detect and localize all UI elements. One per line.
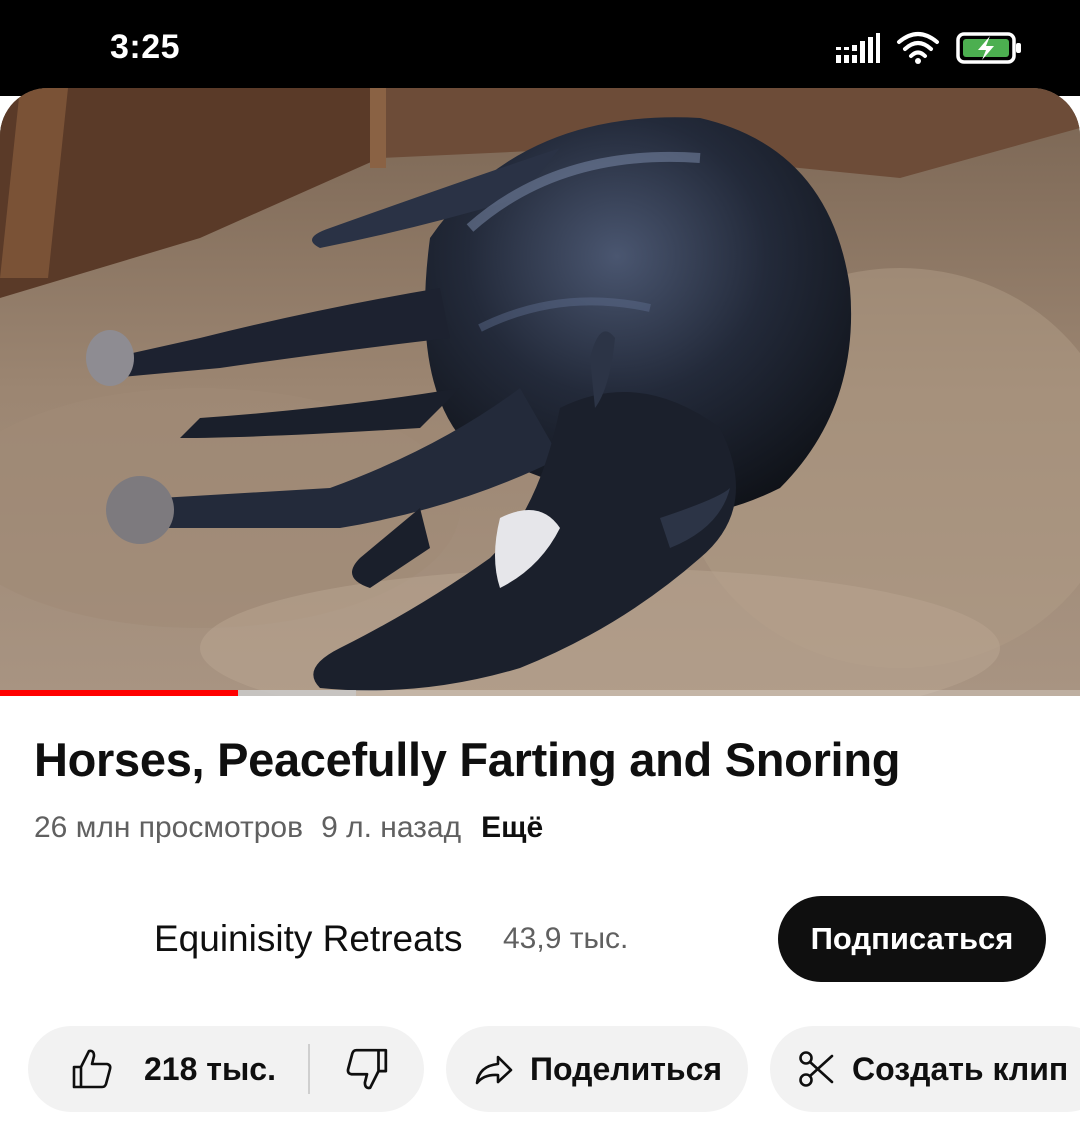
like-button[interactable]: 218 тыс. — [70, 1046, 276, 1092]
dislike-button[interactable] — [344, 1046, 390, 1092]
video-meta[interactable]: 26 млн просмотров 9 л. назад Ещё — [34, 811, 543, 845]
like-divider — [308, 1044, 310, 1094]
like-dislike-pill: 218 тыс. — [28, 1026, 424, 1112]
horse-lying-in-stall-image — [0, 88, 1080, 696]
view-count: 26 млн просмотров — [34, 811, 304, 844]
upload-age: 9 л. назад — [321, 811, 462, 844]
thumbs-up-icon — [72, 1049, 112, 1089]
signal-icon — [836, 33, 880, 63]
share-label: Поделиться — [530, 1050, 723, 1087]
progress-played — [0, 690, 238, 696]
create-clip-button[interactable]: Создать клип — [770, 1026, 1080, 1112]
scissors-icon — [799, 1051, 834, 1087]
subscriber-count: 43,9 тыс. — [503, 922, 629, 955]
video-title[interactable]: Horses, Peacefully Farting and Snoring — [34, 732, 900, 787]
subscribe-button[interactable]: Подписаться — [778, 896, 1046, 982]
channel-name[interactable]: Equinisity Retreats — [154, 918, 462, 960]
status-time: 3:25 — [110, 28, 181, 66]
video-progress-bar[interactable] — [0, 690, 1080, 696]
more-link[interactable]: Ещё — [481, 811, 543, 845]
wifi-icon — [897, 32, 939, 64]
status-bar: 3:25 — [0, 0, 1080, 96]
create-clip-label: Создать клип — [852, 1050, 1069, 1087]
thumbs-down-icon — [346, 1048, 388, 1090]
share-arrow-icon — [475, 1055, 513, 1085]
video-player[interactable] — [0, 88, 1080, 696]
battery-charging-icon — [956, 32, 1021, 64]
share-button[interactable]: Поделиться — [446, 1026, 748, 1112]
like-count: 218 тыс. — [144, 1050, 276, 1087]
status-icons — [836, 30, 1022, 66]
